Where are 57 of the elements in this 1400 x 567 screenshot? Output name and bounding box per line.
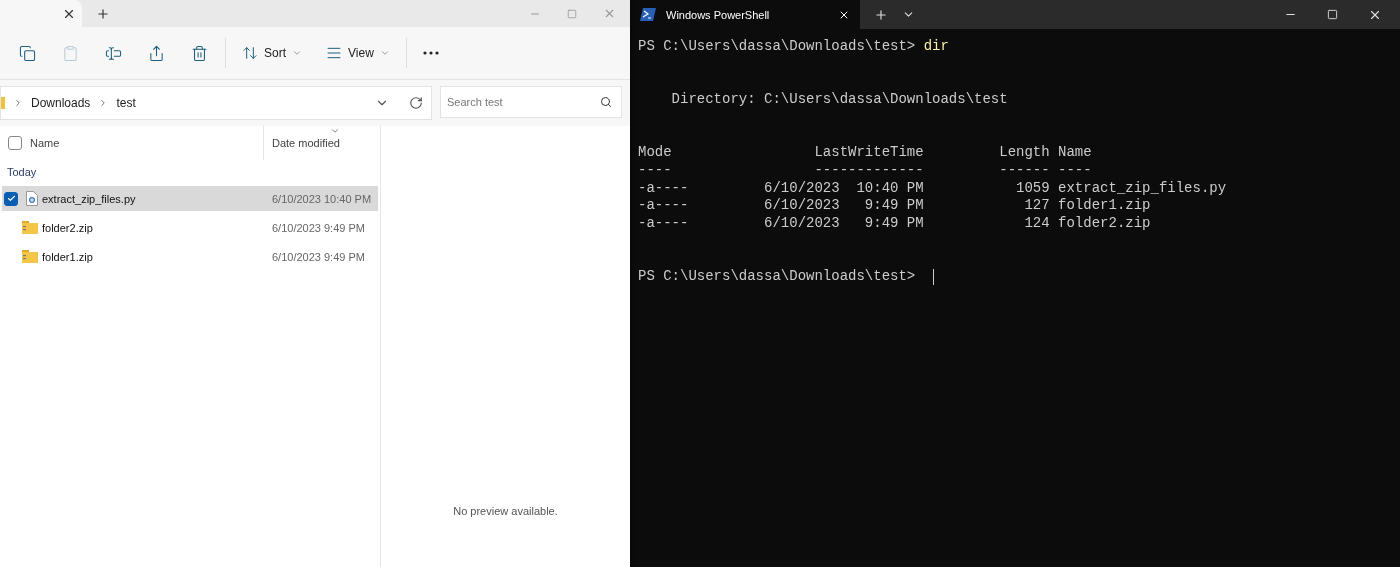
output-line: -a---- 6/10/2023 9:49 PM 124 folder2.zip (638, 214, 1152, 233)
breadcrumb-item[interactable]: Downloads (31, 96, 91, 110)
prompt-line: PS C:\Users\dassa\Downloads\test> (638, 268, 1392, 286)
folder-icon (1, 97, 5, 109)
plus-icon (96, 6, 110, 21)
plus-icon (874, 7, 888, 22)
zip-folder-icon (22, 221, 38, 234)
share-icon (148, 44, 165, 62)
column-header[interactable]: Name (0, 126, 264, 160)
file-name: folder1.zip (42, 250, 93, 263)
caret-icon (292, 48, 302, 58)
file-name: extract_zip_files.py (42, 192, 136, 205)
zip-folder-icon (22, 250, 38, 263)
more-icon (422, 51, 439, 55)
menu-button[interactable]: View (314, 36, 402, 70)
search-icon (600, 96, 612, 108)
python-file-icon (26, 191, 38, 206)
text-cursor-icon (105, 44, 122, 62)
refresh-icon (409, 96, 423, 110)
file-date: 6/10/2023 9:49 PM (271, 250, 365, 263)
caret-icon (379, 48, 390, 58)
checkbox[interactable] (8, 136, 22, 150)
new-tab-button[interactable] (874, 7, 888, 22)
clipboard-icon (62, 44, 79, 62)
search-field[interactable]: Search test (440, 86, 622, 118)
powershell-icon (640, 8, 656, 21)
check-icon (6, 194, 16, 203)
address-bar[interactable]: Downloads test (0, 86, 432, 120)
trash-icon (191, 44, 208, 62)
file-row[interactable]: folder2.zip 6/10/2023 9:49 PM (2, 215, 378, 240)
output-line: -a---- 6/10/2023 10:40 PM 1059 extract_zip_files.py (638, 179, 1228, 198)
text-cursor (932, 268, 934, 285)
maximize-icon (567, 8, 577, 19)
terminal-tab[interactable]: Windows PowerShell (630, 0, 860, 29)
lines-icon (326, 45, 342, 61)
file-date: 6/10/2023 9:49 PM (271, 221, 365, 234)
sort-icon (242, 45, 258, 61)
file-name: folder2.zip (42, 221, 93, 234)
copy-icon (19, 44, 36, 62)
file-row[interactable]: extract_zip_files.py 6/10/2023 10:40 PM (2, 186, 378, 211)
checkbox[interactable] (4, 191, 18, 206)
prompt-line: PS C:\Users\dassa\Downloads\test> dir (638, 38, 950, 56)
output-line: ---- ------------- ------ ---- (638, 161, 1093, 180)
output-line: -a---- 6/10/2023 9:49 PM 127 folder1.zip (638, 197, 1152, 215)
file-row[interactable]: folder1.zip 6/10/2023 9:49 PM (2, 244, 378, 269)
group-header: Today (6, 165, 38, 180)
menu-button[interactable]: Sort (230, 36, 314, 70)
close-icon (603, 7, 616, 20)
output-line: Directory: C:\Users\dassa\Downloads\test (670, 91, 1009, 109)
column-header[interactable]: Date modified (264, 126, 374, 160)
sort-caret-icon (330, 126, 340, 136)
output-line: Mode LastWriteTime Length Name (638, 144, 1093, 162)
preview-message: No preview available. (453, 505, 558, 517)
maximize-icon (1327, 9, 1338, 20)
chevron-icon (13, 98, 23, 108)
file-date: 6/10/2023 10:40 PM (271, 192, 372, 205)
breadcrumb-item[interactable]: test (116, 96, 136, 110)
